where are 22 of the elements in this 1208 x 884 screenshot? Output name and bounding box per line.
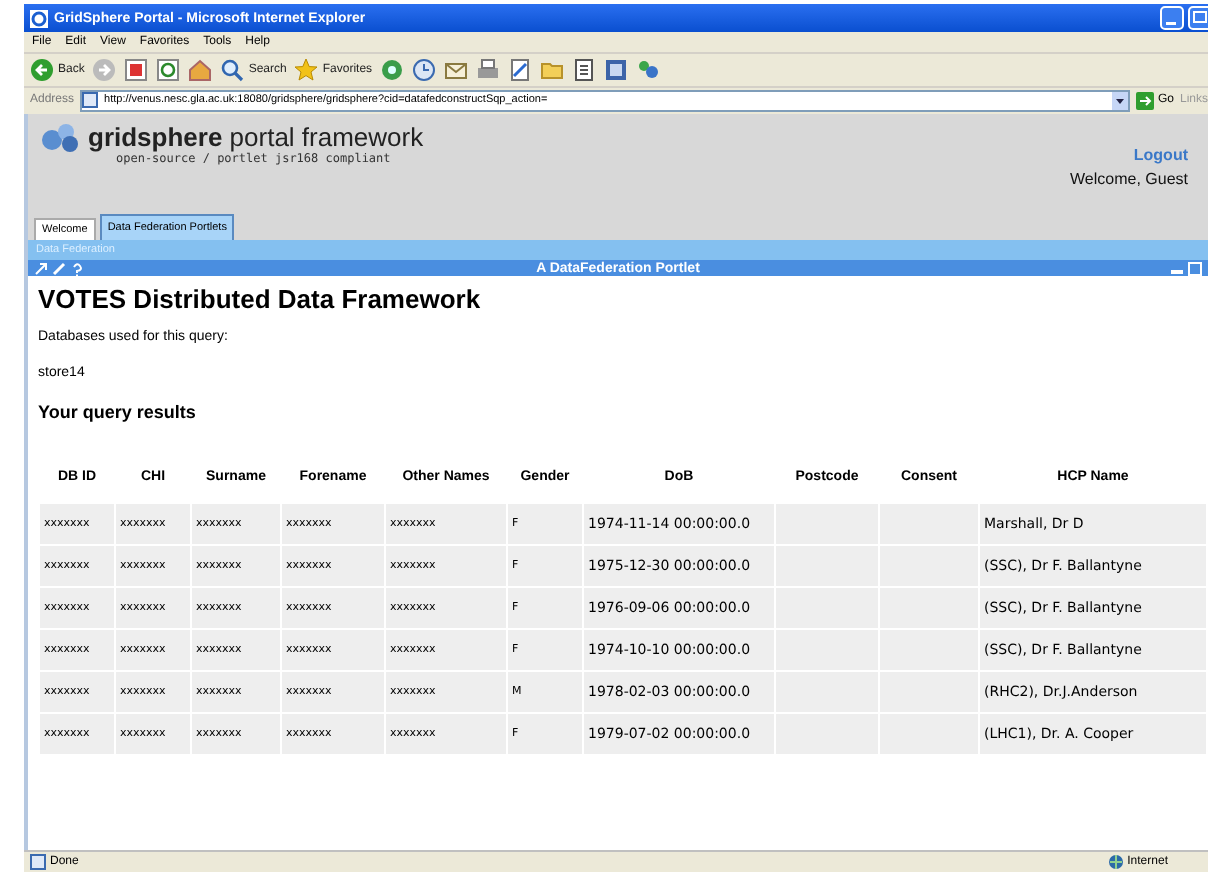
favorites-icon [294,58,319,82]
mail-icon[interactable] [444,58,469,82]
spheres-logo-icon [40,122,80,154]
help-icon[interactable] [70,261,84,275]
maximize-icon[interactable] [1188,6,1208,30]
welcome-text: Welcome, Guest [1070,170,1188,188]
go-arrow-icon [1135,91,1154,109]
edit-icon[interactable] [508,58,533,82]
print-icon[interactable] [476,58,501,82]
page-heading: VOTES Distributed Data Framework [38,284,483,314]
minimize-icon[interactable] [1160,6,1184,30]
results-heading: Your query results [38,402,198,422]
refresh-icon[interactable] [156,58,181,82]
resize-icon[interactable] [34,261,48,275]
search-icon [220,58,245,82]
history-icon[interactable] [412,58,437,82]
home-icon[interactable] [188,58,213,82]
back-icon [30,58,54,82]
portal-title: gridsphere portal framework [88,122,424,152]
maximize-icon[interactable] [1188,261,1202,275]
stop-icon[interactable] [124,58,149,82]
globe-icon [1107,854,1124,870]
